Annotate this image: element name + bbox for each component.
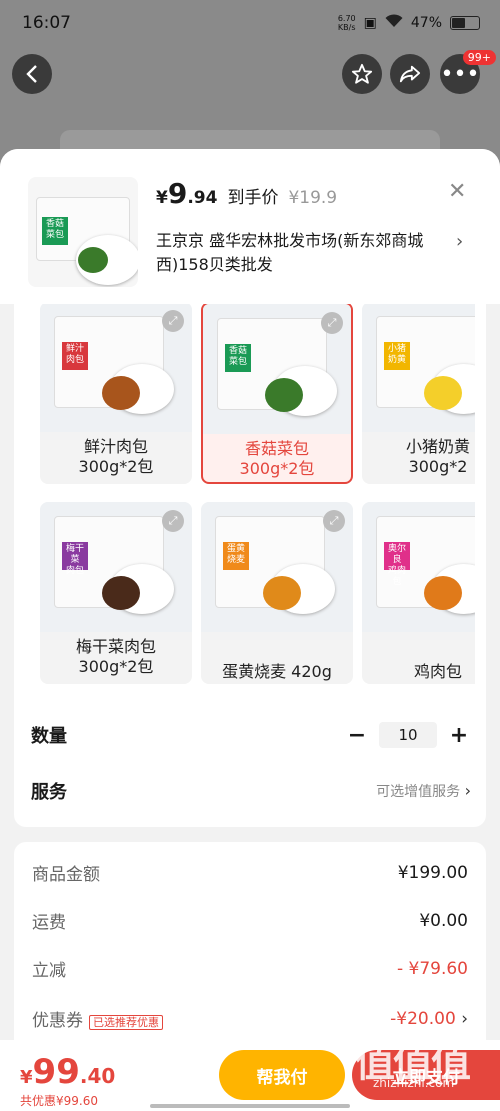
increase-button[interactable]: + (447, 723, 471, 748)
shipping-row: 运费 ¥0.00 (32, 910, 468, 934)
variant-package-label: 梅干菜 肉包 (62, 542, 88, 576)
discount-row: 立减 - ¥79.60 (32, 958, 468, 982)
goods-amount-row: 商品金额 ¥199.00 (32, 862, 468, 886)
shop-address[interactable]: 王京京 盛华宏林批发市场(新东郊商城西)158贝类批发 (156, 229, 446, 277)
chevron-right-icon: › (456, 231, 464, 252)
help-me-pay-button[interactable]: 帮我付 (219, 1050, 345, 1100)
variant-label: 小猪奶黄 300g*2 (362, 437, 475, 477)
nfc-icon: ▣ (363, 15, 377, 31)
star-icon (351, 63, 373, 84)
coupon-amount: -¥20.00 (390, 1008, 456, 1029)
variant-option[interactable]: 梅干菜 肉包 ⤢ 梅干菜肉包 300g*2包 (40, 502, 192, 684)
variant-label: 蛋黄烧麦 420g (201, 662, 353, 682)
goods-amount: ¥199.00 (397, 862, 468, 883)
variant-option[interactable]: 香菇 菜包 ⤢ 香菇菜包 300g*2包 (201, 304, 353, 484)
sheet-header: 香菇 菜包 ¥9.94 到手价 ¥19.9 ✕ 王京京 盛华宏林批发市场(新东郊商… (0, 149, 500, 304)
variant-image: 奥尔良 鸡肉包 (362, 502, 475, 632)
share-button[interactable] (390, 54, 430, 94)
variant-name: 鲜汁肉包 (83, 437, 148, 456)
price-row: ¥9.94 到手价 ¥19.9 (156, 177, 337, 210)
original-price: ¥19.9 (288, 188, 338, 208)
quantity-input[interactable]: 10 (379, 722, 437, 748)
variant-label: 鸡肉包 (362, 662, 475, 682)
close-icon: ✕ (448, 179, 467, 204)
coupon-tag: 已选推荐优惠 (89, 1015, 163, 1030)
variant-option[interactable]: 奥尔良 鸡肉包⤢鸡肉包 (362, 502, 475, 684)
back-button[interactable] (12, 54, 52, 94)
quantity-stepper: − 10 + (345, 722, 471, 748)
variant-grid: 鲜汁 肉包⤢鲜汁肉包300g*2包香菇 菜包⤢香菇菜包300g*2包小猪 奶黄⤢… (40, 304, 475, 704)
variant-spec: 300g*2包 (239, 459, 315, 478)
more-badge: 99+ (462, 50, 496, 65)
quantity-label: 数量 (31, 726, 67, 747)
zoom-icon[interactable]: ⤢ (321, 312, 343, 334)
options-card: 鲜汁 肉包⤢鲜汁肉包300g*2包香菇 菜包⤢香菇菜包300g*2包小猪 奶黄⤢… (14, 304, 486, 827)
service-hint: 可选增值服务 › (376, 781, 471, 800)
variant-name: 香菇菜包 (244, 439, 309, 458)
decrease-button[interactable]: − (345, 723, 369, 748)
quantity-row: 数量 − 10 + (31, 722, 471, 748)
service-row[interactable]: 服务 可选增值服务 › (31, 778, 471, 804)
coupon-row[interactable]: 优惠券 已选推荐优惠 -¥20.00 › (32, 1006, 468, 1032)
variant-option[interactable]: 小猪 奶黄⤢小猪奶黄300g*2 (362, 304, 475, 484)
total-saved: 共优惠¥99.60 (20, 1094, 98, 1108)
variant-name: 蛋黄烧麦 420g (222, 662, 332, 681)
status-bar: 16:07 6.70 KB/s ▣ 47% (0, 0, 500, 46)
close-button[interactable]: ✕ (448, 179, 466, 204)
variant-label: 梅干菜肉包 300g*2包 (40, 637, 192, 677)
status-time: 16:07 (22, 13, 71, 33)
chevron-left-icon (26, 65, 37, 83)
variant-package-label: 鲜汁 肉包 (62, 342, 88, 370)
chevron-right-icon: › (461, 1008, 468, 1029)
wifi-icon (385, 14, 403, 32)
sku-selector-sheet: 香菇 菜包 ¥9.94 到手价 ¥19.9 ✕ 王京京 盛华宏林批发市场(新东郊商… (0, 149, 500, 1111)
variant-name: 梅干菜肉包 (75, 637, 156, 656)
home-indicator (150, 1104, 350, 1108)
battery-percent: 47% (410, 15, 442, 31)
final-price-label: 到手价 (227, 188, 279, 208)
variant-name: 鸡肉包 (413, 662, 462, 681)
zoom-icon[interactable]: ⤢ (162, 310, 184, 332)
total-price: ¥99.40 (20, 1052, 116, 1092)
more-dots-icon: ••• (440, 61, 480, 87)
service-label: 服务 (31, 782, 67, 803)
variant-name: 小猪奶黄 (405, 437, 470, 456)
discount-amount: - ¥79.60 (396, 958, 468, 979)
variant-label: 鲜汁肉包 300g*2包 (40, 437, 192, 477)
battery-icon (450, 16, 480, 30)
net-speed: 6.70 KB/s (337, 14, 356, 32)
watermark: 值值值 zhizhizhi.com (355, 1040, 471, 1090)
variant-package-label: 蛋黄 烧麦 (223, 542, 249, 570)
variant-spec: 300g*2 (408, 457, 468, 476)
chevron-right-icon: › (464, 781, 471, 800)
variant-image: 小猪 奶黄 (362, 304, 475, 432)
status-icons: 6.70 KB/s ▣ 47% (338, 14, 480, 32)
price: ¥9.94 (156, 177, 218, 210)
share-icon (399, 65, 421, 83)
favorite-button[interactable] (342, 54, 382, 94)
variant-option[interactable]: 鲜汁 肉包 ⤢ 鲜汁肉包 300g*2包 (40, 304, 192, 484)
variant-spec: 300g*2包 (78, 657, 154, 676)
zoom-icon[interactable]: ⤢ (323, 510, 345, 532)
shipping-fee: ¥0.00 (419, 910, 468, 931)
zoom-icon[interactable]: ⤢ (162, 510, 184, 532)
variant-label: 香菇菜包 300g*2包 (203, 439, 351, 479)
product-top-bar: ••• 99+ (0, 46, 500, 104)
product-thumbnail: 香菇 菜包 (28, 177, 138, 287)
variant-spec: 300g*2包 (78, 457, 154, 476)
variant-package-label: 香菇 菜包 (225, 344, 251, 372)
variant-package-label: 奥尔良 鸡肉包 (384, 542, 410, 587)
variant-package-label: 小猪 奶黄 (384, 342, 410, 370)
variant-option[interactable]: 蛋黄 烧麦 ⤢ 蛋黄烧麦 420g (201, 502, 353, 684)
